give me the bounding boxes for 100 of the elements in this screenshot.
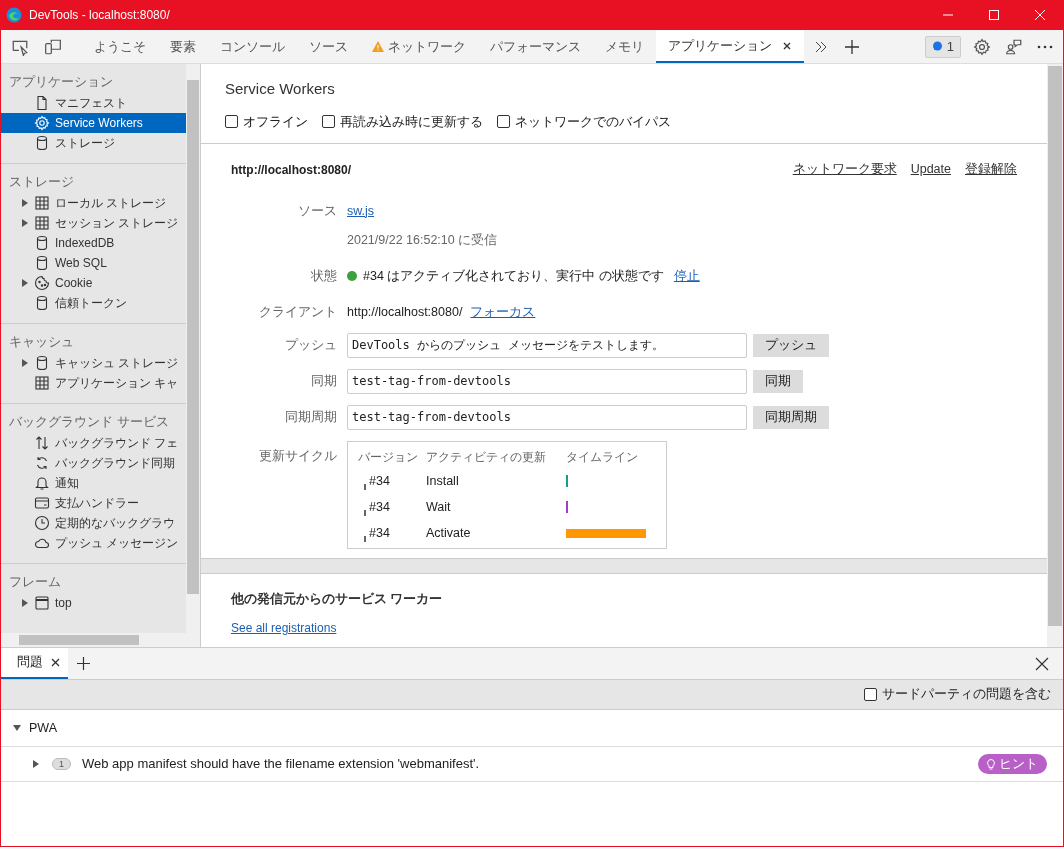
field-label: クライアント [258, 304, 337, 321]
version-cell-text: #34 [369, 524, 390, 542]
panel-tab[interactable]: コンソール [208, 30, 297, 63]
submit-button[interactable]: 同期 [753, 369, 803, 393]
panel-tab[interactable]: メモリ [593, 30, 656, 63]
field-label: 同期 [310, 373, 337, 390]
drawer-tab[interactable]: 問題 [1, 648, 68, 679]
sidebar-item[interactable]: 通知 [1, 473, 186, 493]
cookie-icon [34, 275, 50, 291]
expand-arrow-icon[interactable] [21, 199, 29, 207]
source-link[interactable]: sw.js [347, 201, 1017, 221]
hint-tag: ヒント [978, 754, 1047, 774]
horizontal-scrollbar[interactable] [1, 633, 200, 647]
client-url: http://localhost:8080/ [347, 303, 463, 321]
field-label: 更新サイクル [258, 448, 337, 465]
issues-badge[interactable]: 1 [924, 35, 961, 58]
section-heading: アプリケーション [8, 73, 114, 91]
expand-arrow-icon[interactable] [32, 760, 40, 768]
sidebar-item[interactable]: ローカル ストレージ [1, 193, 186, 213]
focus-link[interactable]: フォーカス [470, 302, 536, 322]
sidebar-item[interactable]: セッション ストレージ [1, 213, 186, 233]
device-icon[interactable] [44, 37, 62, 56]
panel-tab[interactable]: ソース [297, 30, 360, 63]
up-down-arrows-icon [34, 435, 50, 451]
version-cell-text: #34 [369, 498, 390, 516]
more-tabs-icon[interactable] [814, 39, 828, 54]
input-field[interactable]: DevTools からのプッシュ メッセージをテストします。 [347, 332, 747, 358]
sidebar-item[interactable]: 信頼トークン [1, 293, 186, 313]
add-tab-icon[interactable] [76, 656, 91, 671]
panel-tab[interactable]: 要素 [158, 30, 208, 63]
checkbox[interactable] [497, 115, 510, 129]
close-icon[interactable] [1035, 656, 1049, 671]
close-tab-icon[interactable] [51, 658, 60, 667]
sync-icon [34, 455, 50, 471]
expand-arrow-icon[interactable] [13, 724, 21, 732]
scrollbar[interactable] [186, 64, 200, 633]
add-tab-icon[interactable] [844, 38, 860, 55]
origin-url: http://localhost:8080/ [231, 161, 352, 179]
settings-icon[interactable] [973, 37, 991, 56]
field-label: 同期周期 [284, 409, 337, 426]
lightbulb-icon [987, 758, 995, 770]
scrollbar[interactable] [1047, 64, 1063, 647]
field-label: ソース [297, 203, 337, 220]
submit-button[interactable]: 同期周期 [753, 405, 829, 429]
sidebar-item[interactable]: 支払ハンドラー [1, 493, 186, 513]
gear-icon [34, 115, 50, 131]
document-icon [34, 95, 50, 111]
column-header: アクティビティの更新 [426, 449, 547, 466]
input-field[interactable]: test-tag-from-devtools [347, 368, 747, 394]
checkbox[interactable] [864, 688, 877, 701]
sidebar-item[interactable]: ストレージ [1, 133, 186, 153]
table-icon [34, 375, 50, 391]
expand-arrow-icon[interactable] [21, 219, 29, 227]
more-icon[interactable] [1037, 44, 1053, 49]
panel-tab[interactable]: アプリケーション [656, 30, 804, 63]
section-heading: キャッシュ [8, 333, 75, 351]
action-link[interactable]: Update [910, 160, 951, 179]
sidebar-item[interactable]: バックグラウンド フェ [1, 433, 186, 453]
expand-arrow-icon[interactable] [21, 359, 29, 367]
close-tab-icon[interactable] [782, 40, 792, 51]
sidebar-item[interactable]: プッシュ メッセージン [1, 533, 186, 553]
sidebar-item[interactable]: Cookie [1, 273, 186, 293]
status-text: #34 はアクティブ化されており、実行中 の状態です [363, 267, 664, 285]
checkbox-label: オフライン [243, 113, 308, 131]
checkbox-label: 再読み込み時に更新する [340, 113, 483, 131]
checkbox[interactable] [322, 115, 335, 129]
table-icon [34, 195, 50, 211]
sidebar-item[interactable]: Web SQL [1, 253, 186, 273]
stop-link[interactable]: 停止 [673, 266, 700, 286]
expand-arrow-icon[interactable] [21, 279, 29, 287]
checkbox[interactable] [225, 115, 238, 129]
section-heading: ストレージ [8, 173, 75, 191]
bell-icon [34, 475, 50, 491]
panel-tab[interactable]: パフォーマンス [478, 30, 593, 63]
panel-tab[interactable]: ようこそ [82, 30, 158, 63]
sidebar-item[interactable]: バックグラウンド同期 [1, 453, 186, 473]
card-icon [34, 495, 50, 511]
action-link[interactable]: ネットワーク要求 [792, 160, 897, 179]
sidebar-item[interactable]: マニフェスト [1, 93, 186, 113]
window-icon [34, 595, 50, 611]
feedback-icon[interactable] [1005, 37, 1023, 56]
section-heading: フレーム [8, 573, 62, 591]
sidebar-item[interactable]: IndexedDB [1, 233, 186, 253]
submit-button[interactable]: プッシュ [753, 333, 829, 357]
registrations-link[interactable]: See all registrations [231, 621, 337, 635]
input-field[interactable]: test-tag-from-devtools [347, 404, 747, 430]
sidebar-item[interactable]: アプリケーション キャ [1, 373, 186, 393]
count-badge: 1 [52, 758, 71, 770]
sidebar-item[interactable]: top [1, 593, 186, 613]
expand-arrow-icon[interactable] [21, 599, 29, 607]
panel-tab[interactable]: ネットワーク [360, 30, 478, 63]
sidebar-item[interactable]: キャッシュ ストレージ [1, 353, 186, 373]
activity-cell-text: Wait [426, 498, 452, 516]
section-title: 他の発信元からのサービス ワーカー [231, 591, 444, 609]
issue-text: Web app manifest should have the filename extension 'webmanifest'. [82, 755, 480, 774]
activity-cell-text: Install [426, 472, 460, 490]
received-time: 2021/9/22 16:52:10 に受信 [347, 232, 499, 249]
sidebar-item[interactable]: 定期的なバックグラウ [1, 513, 186, 533]
action-link[interactable]: 登録解除 [965, 160, 1017, 179]
sidebar-item[interactable]: Service Workers [1, 113, 186, 133]
